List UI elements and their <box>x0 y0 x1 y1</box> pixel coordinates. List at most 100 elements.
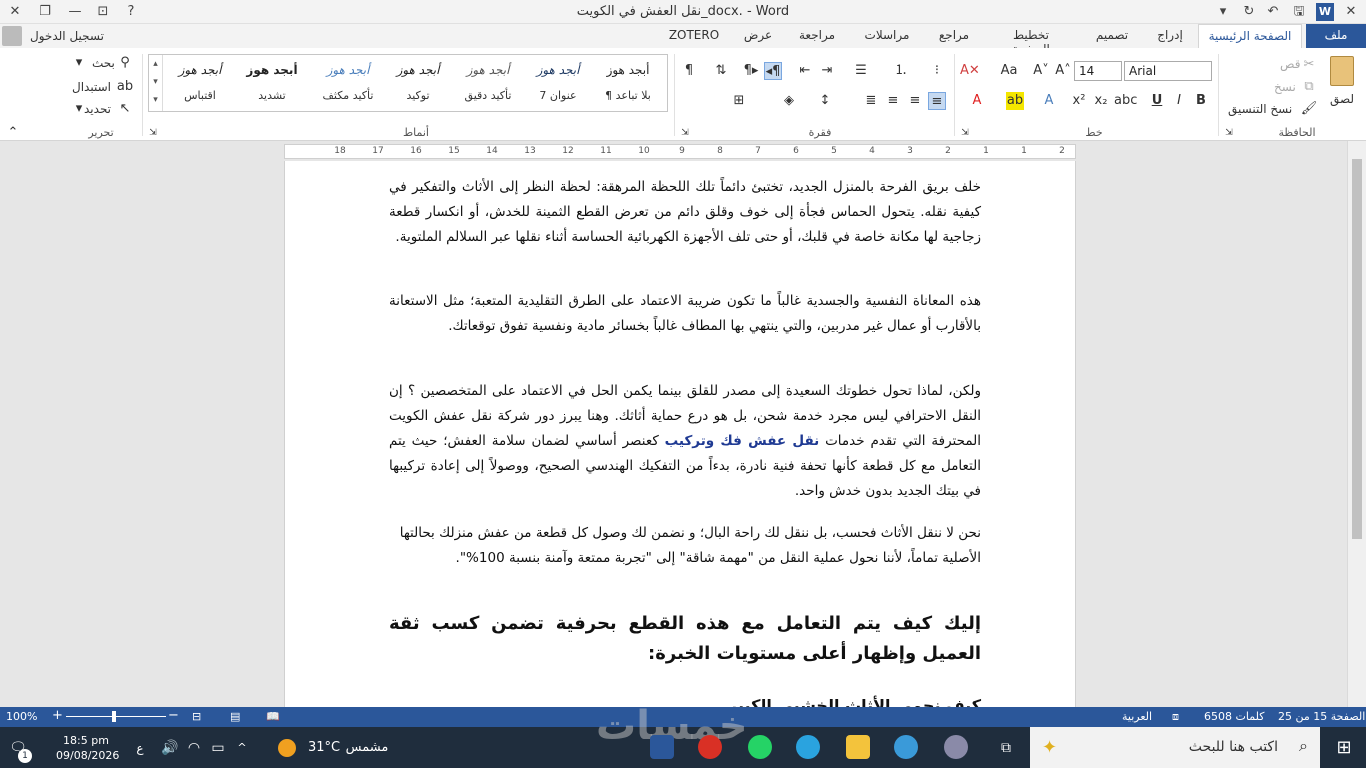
style-heading-7[interactable]: أبجد هوز عنوان 7 <box>523 55 593 111</box>
format-painter-button[interactable]: نسخ التنسيق <box>1228 102 1292 116</box>
windows-start-icon[interactable]: ⊞ <box>1326 733 1362 763</box>
find-dropdown-icon[interactable]: ▾ <box>70 54 88 72</box>
line-spacing-icon[interactable]: ↕ <box>816 92 834 110</box>
style-quote[interactable]: أبجد هوز اقتباس <box>165 55 235 111</box>
shading-icon[interactable]: ◈ <box>780 92 798 110</box>
align-center-icon[interactable]: ≡ <box>906 92 924 110</box>
paragraph-2[interactable]: هذه المعاناة النفسية والجسدية غالباً ما … <box>389 289 981 339</box>
underline-icon[interactable]: U <box>1148 92 1166 110</box>
style-intense-emphasis[interactable]: أبجد هوز تأكيد مكثف <box>313 55 383 111</box>
clipboard-launcher-icon[interactable]: ⇲ <box>1220 124 1238 142</box>
signin-link[interactable]: تسجيل الدخول <box>30 29 104 43</box>
undo-icon[interactable]: ↶ <box>1264 3 1282 21</box>
collapse-ribbon-icon[interactable]: ⌃ <box>4 124 22 142</box>
tray-chevron-icon[interactable]: ^ <box>232 733 252 763</box>
grow-font-icon[interactable]: A˄ <box>1054 62 1072 80</box>
file-explorer-icon[interactable] <box>846 735 870 759</box>
cut-button[interactable]: قص <box>1280 57 1300 71</box>
styles-scroll[interactable]: ▴ ▾ ▾ <box>149 55 163 111</box>
telegram-icon[interactable] <box>796 735 820 759</box>
tab-mailings[interactable]: مراسلات <box>862 28 912 42</box>
paragraph-1[interactable]: خلف بريق الفرحة بالمنزل الجديد، تختبئ دا… <box>389 175 981 250</box>
paragraph-launcher-icon[interactable]: ⇲ <box>676 124 694 142</box>
edge-icon[interactable] <box>894 735 918 759</box>
tab-zotero[interactable]: ZOTERO <box>668 28 720 42</box>
align-right-icon[interactable]: ≡ <box>884 92 902 110</box>
web-layout-icon[interactable]: ⊟ <box>192 710 201 723</box>
pilcrow-icon[interactable]: ¶ <box>680 62 698 80</box>
justify-icon[interactable]: ≣ <box>862 92 880 110</box>
numbering-icon[interactable]: ⒈ <box>892 62 910 80</box>
horizontal-ruler[interactable]: 2 1 1 2 3 4 5 6 7 8 9 10 11 12 13 14 15 16 17 18 <box>284 144 1076 159</box>
align-left-icon[interactable]: ≡ <box>928 92 946 110</box>
paint-icon[interactable] <box>944 735 968 759</box>
paragraph-4[interactable]: نحن لا ننقل الأثاث فحسب، بل ننقل لك راحة… <box>389 521 981 571</box>
multilevel-list-icon[interactable]: ☰ <box>852 62 870 80</box>
whatsapp-icon[interactable] <box>748 735 772 759</box>
tab-review[interactable]: مراجعة <box>796 28 838 42</box>
font-color-icon[interactable]: A <box>968 92 986 110</box>
replace-button[interactable]: استبدال <box>72 80 111 94</box>
styles-launcher-icon[interactable]: ⇲ <box>144 124 162 142</box>
wifi-icon[interactable]: ◠ <box>184 733 204 763</box>
subscript-icon[interactable]: x₂ <box>1092 92 1110 110</box>
clock[interactable]: 18:5 pm 09/08/2026 <box>56 733 119 763</box>
decrease-indent-icon[interactable]: ⇤ <box>796 62 814 80</box>
tab-file[interactable]: ملف <box>1306 24 1366 48</box>
close-word-icon[interactable]: ✕ <box>1342 3 1360 21</box>
proofing-icon[interactable]: ⧈ <box>1172 710 1179 724</box>
word-taskbar-icon[interactable] <box>650 735 674 759</box>
language-indicator[interactable]: العربية <box>1122 710 1152 723</box>
font-size-box[interactable]: 14 <box>1074 61 1122 81</box>
highlight-icon[interactable]: ab <box>1006 92 1024 110</box>
volume-icon[interactable]: 🔊 <box>160 733 180 763</box>
paragraph-3[interactable]: ولكن، لماذا تحول خطوتك السعيدة إلى مصدر … <box>389 379 981 504</box>
zoom-in-icon[interactable]: + <box>52 708 63 723</box>
shrink-font-icon[interactable]: A˅ <box>1032 62 1050 80</box>
borders-icon[interactable]: ⊞ <box>730 92 748 110</box>
style-emphasis[interactable]: أبجد هوز توكيد <box>383 55 453 111</box>
zoom-level[interactable]: 100% <box>6 710 37 723</box>
battery-icon[interactable]: ▭ <box>208 733 228 763</box>
read-mode-icon[interactable]: 📖 <box>266 710 280 723</box>
zoom-slider-thumb[interactable] <box>112 711 116 722</box>
bullets-icon[interactable]: ⁝ <box>928 62 946 80</box>
style-no-spacing[interactable]: أبجد هوز ¶ بلا تباعد <box>593 55 663 111</box>
chrome-icon[interactable] <box>698 735 722 759</box>
temperature[interactable]: 31°C <box>306 733 342 763</box>
save-icon[interactable]: 🖫 <box>1290 3 1308 21</box>
customize-icon[interactable]: ▾ <box>1214 3 1232 21</box>
tab-home[interactable]: الصفحة الرئيسية <box>1198 24 1302 48</box>
word-count[interactable]: 6508 كلمات <box>1204 710 1264 723</box>
bold-link[interactable]: نقل عفش فك وتركيب <box>665 433 820 449</box>
scroll-thumb[interactable] <box>1352 159 1362 539</box>
style-strong[interactable]: أبجد هوز تشديد <box>237 55 307 111</box>
section-heading[interactable]: إليك كيف يتم التعامل مع هذه القطع بحرفية… <box>389 609 981 669</box>
superscript-icon[interactable]: x² <box>1070 92 1088 110</box>
sort-icon[interactable]: ⇅ <box>712 62 730 80</box>
bold-icon[interactable]: B <box>1192 92 1210 110</box>
zoom-out-icon[interactable]: − <box>168 708 179 723</box>
page-indicator[interactable]: الصفحة 15 من 25 <box>1278 710 1365 723</box>
increase-indent-icon[interactable]: ⇥ <box>818 62 836 80</box>
print-layout-icon[interactable]: ▤ <box>230 710 240 723</box>
task-view-icon[interactable]: ⧉ <box>994 733 1018 763</box>
ltr-icon[interactable]: ¶▸ <box>742 62 760 80</box>
select-dropdown-icon[interactable]: ▾ <box>70 100 88 118</box>
italic-icon[interactable]: I <box>1170 92 1188 110</box>
input-language[interactable]: ع <box>132 733 148 763</box>
font-name-box[interactable]: Arial <box>1124 61 1212 81</box>
zoom-slider[interactable] <box>66 716 166 717</box>
copy-button[interactable]: نسخ <box>1274 80 1296 94</box>
change-case-icon[interactable]: Aa <box>1000 62 1018 80</box>
tab-view[interactable]: عرض <box>742 28 774 42</box>
tab-insert[interactable]: إدراج <box>1154 28 1186 42</box>
style-subtle-emphasis[interactable]: أبجد هوز تأكيد دقيق <box>453 55 523 111</box>
select-button[interactable]: تحديد <box>84 102 111 116</box>
taskbar-search[interactable]: ✦ اكتب هنا للبحث ⌕ <box>1030 727 1320 768</box>
document-page[interactable]: خلف بريق الفرحة بالمنزل الجديد، تختبئ دا… <box>284 161 1076 707</box>
redo-icon[interactable]: ↻ <box>1240 3 1258 21</box>
clear-formatting-icon[interactable]: A✕ <box>960 62 980 80</box>
text-effects-icon[interactable]: A <box>1040 92 1058 110</box>
avatar[interactable] <box>2 26 22 46</box>
